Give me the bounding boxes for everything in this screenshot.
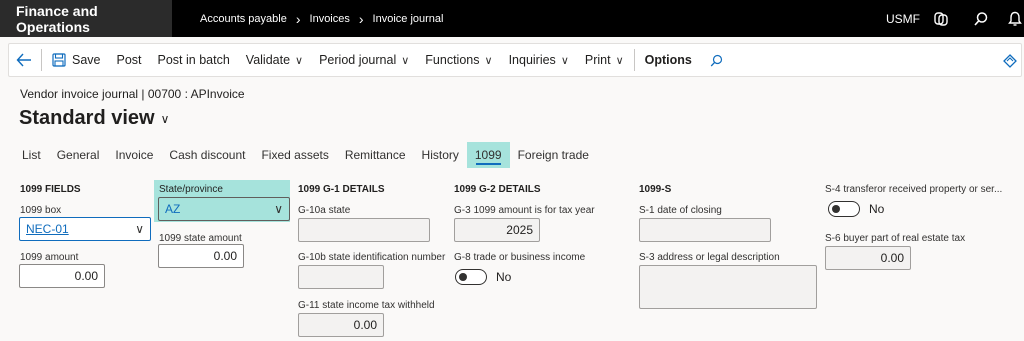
back-button[interactable] (9, 43, 39, 77)
label-state-province: State/province (159, 184, 223, 195)
bell-icon[interactable] (1008, 0, 1024, 37)
save-icon (52, 53, 66, 67)
g10a-state-input[interactable] (298, 218, 430, 242)
tab-1099[interactable]: 1099 (466, 142, 510, 168)
label-g3-tax-year: G-3 1099 amount is for tax year (454, 205, 595, 216)
separator (633, 49, 635, 71)
toggle-track (455, 269, 487, 285)
group-title-g2-details: 1099 G-2 DETAILS (454, 184, 541, 195)
app-name[interactable]: Finance and Operations (0, 0, 172, 37)
box-1099-dropdown[interactable]: NEC-01 ∨ (19, 217, 151, 241)
breadcrumb-accounts-payable[interactable]: Accounts payable (200, 13, 287, 25)
state-province-value: AZ (165, 202, 181, 216)
group-title-g1-details: 1099 G-1 DETAILS (298, 184, 385, 195)
print-menu[interactable]: Print ∨ (577, 43, 632, 77)
diamond-icon[interactable] (1003, 44, 1017, 78)
options-tab[interactable]: Options (637, 43, 700, 77)
label-g11-withheld: G-11 state income tax withheld (298, 300, 435, 311)
tab-cash-discount[interactable]: Cash discount (161, 142, 253, 168)
chevron-right-icon: › (295, 10, 301, 27)
tab-general[interactable]: General (49, 142, 108, 168)
label-1099-box: 1099 box (20, 205, 62, 216)
tab-invoice[interactable]: Invoice (107, 142, 161, 168)
breadcrumb-invoices[interactable]: Invoices (310, 13, 350, 25)
chevron-down-icon: ∨ (135, 222, 144, 236)
arrow-left-icon (16, 53, 31, 67)
box-1099-value[interactable]: NEC-01 (26, 222, 69, 236)
label-g10a-state: G-10a state (298, 205, 351, 216)
tab-strip: List General Invoice Cash discount Fixed… (14, 142, 597, 168)
chevron-down-icon: ∨ (160, 111, 170, 126)
label-s6-buyer-tax: S-6 buyer part of real estate tax (825, 233, 966, 244)
label-s4-transferor: S-4 transferor received property or ser.… (825, 184, 1003, 195)
chevron-right-icon: › (358, 10, 364, 27)
print-label: Print (584, 53, 611, 67)
g8-toggle-value: No (496, 270, 512, 284)
inquiries-label: Inquiries (508, 53, 556, 67)
separator (41, 49, 42, 71)
page-title: Standard view (19, 107, 155, 129)
copilot-icon[interactable] (930, 0, 952, 37)
functions-menu[interactable]: Functions ∨ (417, 43, 500, 77)
s1-date-closing-input[interactable] (639, 218, 771, 242)
label-s1-date-closing: S-1 date of closing (639, 205, 722, 216)
s4-toggle-value: No (869, 202, 885, 216)
breadcrumb: Accounts payable › Invoices › Invoice jo… (200, 0, 443, 37)
label-s3-address: S-3 address or legal description (639, 252, 780, 263)
validate-menu[interactable]: Validate ∨ (238, 43, 311, 77)
toggle-knob (459, 273, 467, 281)
search-icon[interactable] (970, 0, 992, 37)
post-in-batch-button[interactable]: Post in batch (150, 43, 238, 77)
validate-label: Validate (245, 53, 291, 67)
g8-trade-income-toggle[interactable]: No (455, 269, 511, 285)
chevron-down-icon: ∨ (484, 54, 493, 67)
s6-buyer-tax-input[interactable]: 0.00 (825, 246, 911, 270)
period-journal-menu[interactable]: Period journal ∨ (311, 43, 417, 77)
tab-history[interactable]: History (414, 142, 467, 168)
tab-fixed-assets[interactable]: Fixed assets (253, 142, 336, 168)
state-province-dropdown[interactable]: AZ ∨ (158, 197, 290, 221)
post-button[interactable]: Post (109, 43, 150, 77)
breadcrumb-invoice-journal[interactable]: Invoice journal (373, 13, 444, 25)
chevron-down-icon: ∨ (560, 54, 569, 67)
period-journal-label: Period journal (319, 53, 397, 67)
amount-1099-input[interactable]: 0.00 (19, 264, 105, 288)
toggle-track (828, 201, 860, 217)
label-g10b-state-id: G-10b state identification number (298, 252, 446, 263)
chevron-down-icon: ∨ (274, 202, 283, 216)
g10b-state-id-input[interactable] (298, 265, 384, 289)
save-button[interactable]: Save (44, 43, 109, 77)
inquiries-menu[interactable]: Inquiries ∨ (501, 43, 577, 77)
chevron-down-icon: ∨ (295, 54, 304, 67)
group-title-1099-fields: 1099 FIELDS (20, 184, 81, 195)
s3-address-textarea[interactable] (639, 265, 817, 309)
g11-withheld-input[interactable]: 0.00 (298, 313, 384, 337)
group-title-1099-s: 1099-S (639, 184, 672, 195)
company-picker[interactable]: USMF (886, 0, 920, 37)
s4-transferor-toggle[interactable]: No (828, 201, 884, 217)
top-nav-bar: Finance and Operations Accounts payable … (0, 0, 1024, 37)
label-1099-state-amount: 1099 state amount (159, 233, 242, 244)
functions-label: Functions (425, 53, 480, 67)
label-g8-trade-income: G-8 trade or business income (454, 252, 586, 263)
chevron-down-icon: ∨ (615, 54, 624, 67)
save-label: Save (72, 53, 101, 67)
action-pane: Save Post Post in batch Validate ∨ Period… (8, 43, 1022, 77)
view-selector[interactable]: Standard view ∨ (19, 107, 169, 130)
state-amount-input[interactable]: 0.00 (158, 244, 244, 268)
page-caption: Vendor invoice journal | 00700 : APInvoi… (20, 87, 245, 101)
chevron-down-icon: ∨ (401, 54, 410, 67)
toggle-knob (832, 205, 840, 213)
tab-list[interactable]: List (14, 142, 49, 168)
action-search-button[interactable] (700, 43, 733, 77)
label-1099-amount: 1099 amount (20, 252, 79, 263)
search-icon (710, 54, 722, 66)
g3-tax-year-input[interactable]: 2025 (454, 218, 540, 242)
tab-foreign-trade[interactable]: Foreign trade (510, 142, 597, 168)
tab-remittance[interactable]: Remittance (337, 142, 414, 168)
